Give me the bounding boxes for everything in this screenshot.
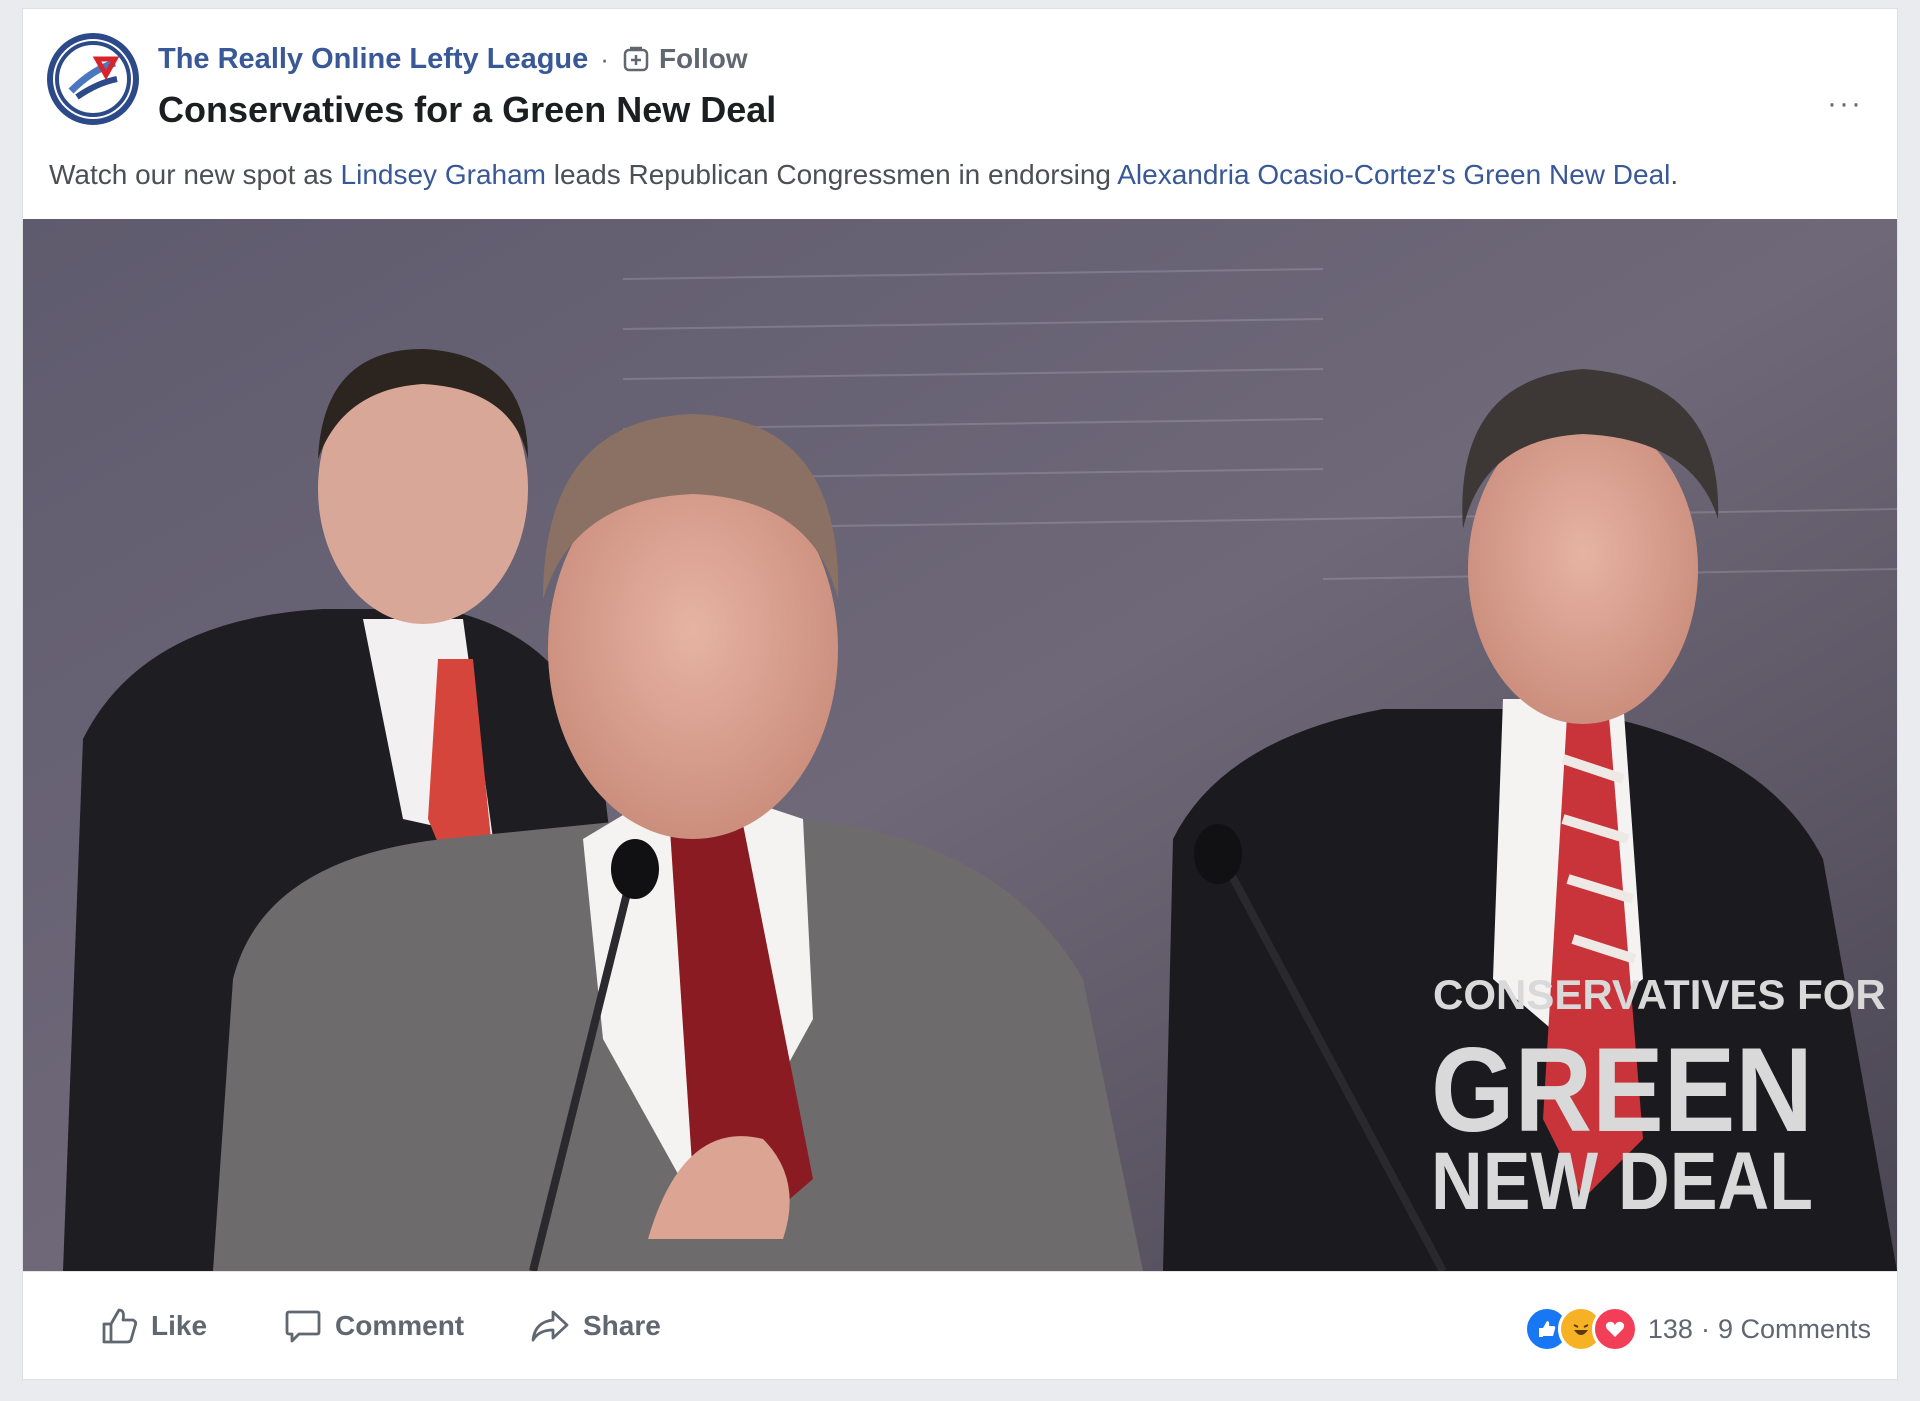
more-options-icon[interactable]: ···	[1827, 87, 1863, 121]
share-button[interactable]: Share	[529, 1306, 661, 1346]
follow-label: Follow	[658, 43, 748, 74]
reaction-count: 138	[1647, 1313, 1693, 1344]
follow-button[interactable]: Follow	[621, 43, 748, 75]
video-frame: CONSERVATIVES FOR A GREEN NEW DEAL	[23, 219, 1897, 1271]
video-player[interactable]: CONSERVATIVES FOR A GREEN NEW DEAL	[23, 219, 1897, 1271]
like-label: Like	[151, 1310, 208, 1341]
follow-icon	[623, 46, 649, 72]
description-text: .	[1670, 159, 1679, 190]
reaction-summary[interactable]: 138 · 9 Comments	[1523, 1306, 1871, 1352]
comment-button[interactable]: Comment	[283, 1306, 464, 1346]
lindsey-graham-link[interactable]: Lindsey Graham	[341, 159, 546, 190]
comment-label: Comment	[335, 1310, 465, 1341]
post-description: Watch our new spot as Lindsey Graham lea…	[49, 159, 1678, 191]
video-overlay-line3: NEW DEAL	[1431, 1136, 1813, 1227]
page-name-link[interactable]: The Really Online Lefty League	[158, 43, 588, 76]
comment-icon	[285, 1310, 321, 1343]
page-avatar[interactable]	[47, 33, 139, 125]
post-actions-bar: Like Comment Share 138 · 9 Comments	[23, 1271, 1897, 1380]
share-icon	[531, 1310, 569, 1342]
love-reaction-icon	[1591, 1306, 1638, 1352]
like-button[interactable]: Like	[99, 1306, 207, 1346]
league-logo-icon	[55, 41, 131, 117]
description-text: Watch our new spot as	[49, 159, 341, 190]
post-title: Conservatives for a Green New Deal	[158, 89, 777, 130]
post-card: The Really Online Lefty League · Follow …	[22, 8, 1898, 1380]
engagement-separator: ·	[1700, 1313, 1710, 1344]
header-separator: ·	[600, 43, 609, 74]
comments-count-link[interactable]: 9 Comments	[1718, 1314, 1871, 1345]
post-header-row: The Really Online Lefty League · Follow	[158, 41, 748, 77]
green-new-deal-link[interactable]: Alexandria Ocasio-Cortez's Green New Dea…	[1117, 159, 1670, 190]
share-label: Share	[583, 1310, 661, 1341]
thumbs-up-icon	[102, 1308, 138, 1344]
video-overlay-line1: CONSERVATIVES FOR A	[1433, 971, 1897, 1018]
description-text: leads Republican Congressmen in endorsin…	[545, 159, 1118, 190]
